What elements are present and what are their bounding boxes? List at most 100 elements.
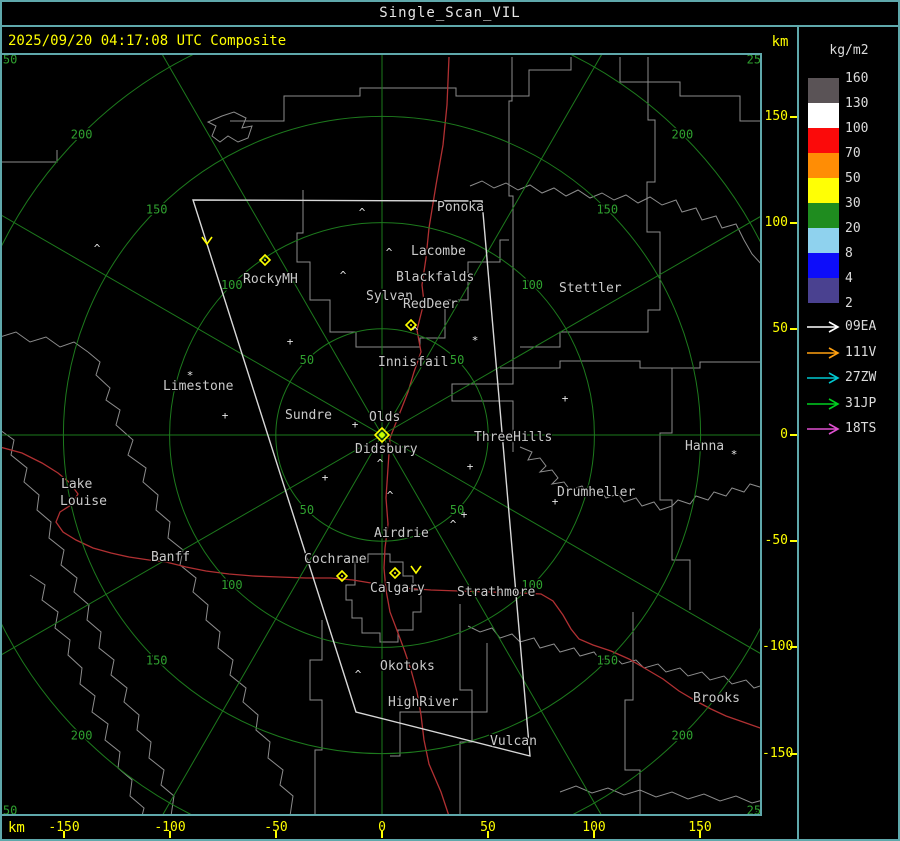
colorbar-value-label: 30: [845, 196, 861, 211]
radar-site-dot: [341, 575, 343, 577]
colorbar-swatch: [808, 103, 839, 128]
town-marker-glyph: +: [222, 409, 229, 422]
colorbar-value-label: 130: [845, 96, 869, 111]
right-axis-tick: [790, 328, 797, 330]
bottom-axis-tick: [487, 831, 489, 838]
range-ring-label: 250: [2, 55, 17, 67]
town-marker-glyph: ^: [94, 242, 101, 255]
right-axis-unit-label: km: [771, 34, 789, 50]
radar-site-dot: [264, 259, 266, 261]
radar-map-canvas: 50 5050 50100 100100 100150 150150 150200 20020…: [2, 55, 760, 814]
right-axis-tick: [790, 222, 797, 224]
colorbar-value-label: 2: [845, 296, 853, 311]
radar-map-viewport[interactable]: 50 50 50 50 100 100 100 100 150 150 150 150 200 200 20…: [2, 53, 762, 816]
range-ring-label: 200: [672, 728, 694, 742]
city-label: Lake: [61, 477, 92, 492]
city-label: Hanna: [685, 439, 724, 454]
town-marker-glyph: ^: [450, 518, 457, 531]
colorbar-value-label: 160: [845, 71, 869, 86]
county-boundary-line: [619, 57, 760, 122]
town-marker-glyph: ^: [386, 246, 393, 259]
city-label: Okotoks: [380, 659, 435, 674]
storm-track-arrow: [410, 565, 422, 575]
range-ring-label: 150: [146, 203, 168, 217]
site-legend-row: 31JP: [805, 394, 897, 414]
bottom-axis-tick: [169, 831, 171, 838]
site-id-label: 18TS: [845, 421, 877, 437]
storm-track-arrow: [201, 236, 213, 246]
city-label: Vulcan: [490, 734, 537, 749]
city-label: Stettler: [559, 281, 622, 296]
radar-site-dot: [410, 324, 412, 326]
right-axis-label: 150: [764, 109, 788, 124]
range-ring-label: 200: [672, 128, 694, 142]
range-ring-label: 150: [146, 653, 168, 667]
azimuth-line: [162, 434, 383, 814]
city-label: Airdrie: [374, 526, 429, 541]
city-label: RedDeer: [403, 297, 458, 312]
range-ring-label: 150: [596, 203, 618, 217]
right-axis-label: -100: [762, 639, 794, 654]
title-bar: Single_Scan_VIL: [0, 0, 900, 27]
county-boundary-line: [309, 620, 323, 814]
colorbar-swatch: [808, 203, 839, 228]
town-marker-glyph: ^: [355, 668, 362, 681]
colorbar-value-label: 70: [845, 146, 861, 161]
city-label: HighRiver: [388, 695, 459, 710]
right-axis-label: -50: [764, 533, 788, 548]
county-boundary-line: [206, 111, 253, 143]
town-marker-glyph: +: [287, 335, 294, 348]
site-arrow-icon: [807, 423, 840, 436]
right-axis-label: 100: [764, 215, 788, 230]
colorbar-swatch: [808, 253, 839, 278]
radar-center-core: [378, 431, 386, 439]
city-label: Drumheller: [557, 485, 635, 500]
bottom-axis-tick: [699, 831, 701, 838]
city-label: Blackfalds: [396, 270, 474, 285]
city-label: Sundre: [285, 408, 332, 423]
county-boundary-line: [2, 150, 58, 163]
city-label: Calgary: [370, 581, 425, 596]
county-boundary-line: [459, 604, 473, 814]
legend-panel: kg/m2 160 130 100 70 50 30 20 8 4 2 09EA 111V 27ZW 3…: [799, 27, 900, 839]
right-axis-label: 0: [780, 427, 788, 442]
city-label: Brooks: [693, 691, 740, 706]
right-axis-tick: [790, 540, 797, 542]
bottom-axis-tick: [593, 831, 595, 838]
site-id-label: 09EA: [845, 319, 877, 334]
town-marker-glyph: +: [467, 460, 474, 473]
bottom-axis-unit-label: km: [8, 820, 25, 836]
right-axis-tick: [790, 753, 797, 755]
right-axis-label: -150: [762, 746, 794, 761]
colorbar-value-label: 8: [845, 246, 853, 261]
range-ring-label: 200: [71, 128, 93, 142]
town-marker-glyph: *: [472, 334, 479, 347]
town-marker-glyph: ^: [412, 325, 419, 338]
colorbar-swatch: [808, 228, 839, 253]
city-label: Limestone: [163, 379, 234, 394]
page-title: Single_Scan_VIL: [379, 4, 521, 21]
colorbar-swatch: [808, 278, 839, 303]
county-boundary-line: [500, 360, 760, 369]
range-ring-label: 250: [747, 803, 760, 814]
town-marker-glyph: ^: [359, 206, 366, 219]
site-arrow-icon: [807, 321, 840, 333]
range-ring-label: 200: [71, 728, 93, 742]
city-label: Strathmore: [457, 585, 535, 600]
site-legend-row: 111V: [805, 343, 897, 363]
azimuth-line: [2, 434, 383, 655]
city-label: RockyMH: [243, 272, 298, 287]
town-marker-glyph: *: [731, 448, 738, 461]
range-ring-label: 250: [2, 803, 17, 814]
town-marker-glyph: +: [562, 392, 569, 405]
city-label: ThreeHills: [474, 430, 552, 445]
colorbar-swatch: [808, 78, 839, 103]
range-ring-label: 100: [521, 278, 543, 292]
colorbar-unit-label: kg/m2: [829, 43, 869, 58]
right-axis-tick: [790, 646, 797, 648]
site-legend-row: 18TS: [805, 419, 897, 439]
county-boundary-line: [508, 57, 514, 299]
county-boundary-line: [29, 574, 145, 814]
city-label: Banff: [151, 550, 190, 565]
colorbar-value-label: 4: [845, 271, 853, 286]
